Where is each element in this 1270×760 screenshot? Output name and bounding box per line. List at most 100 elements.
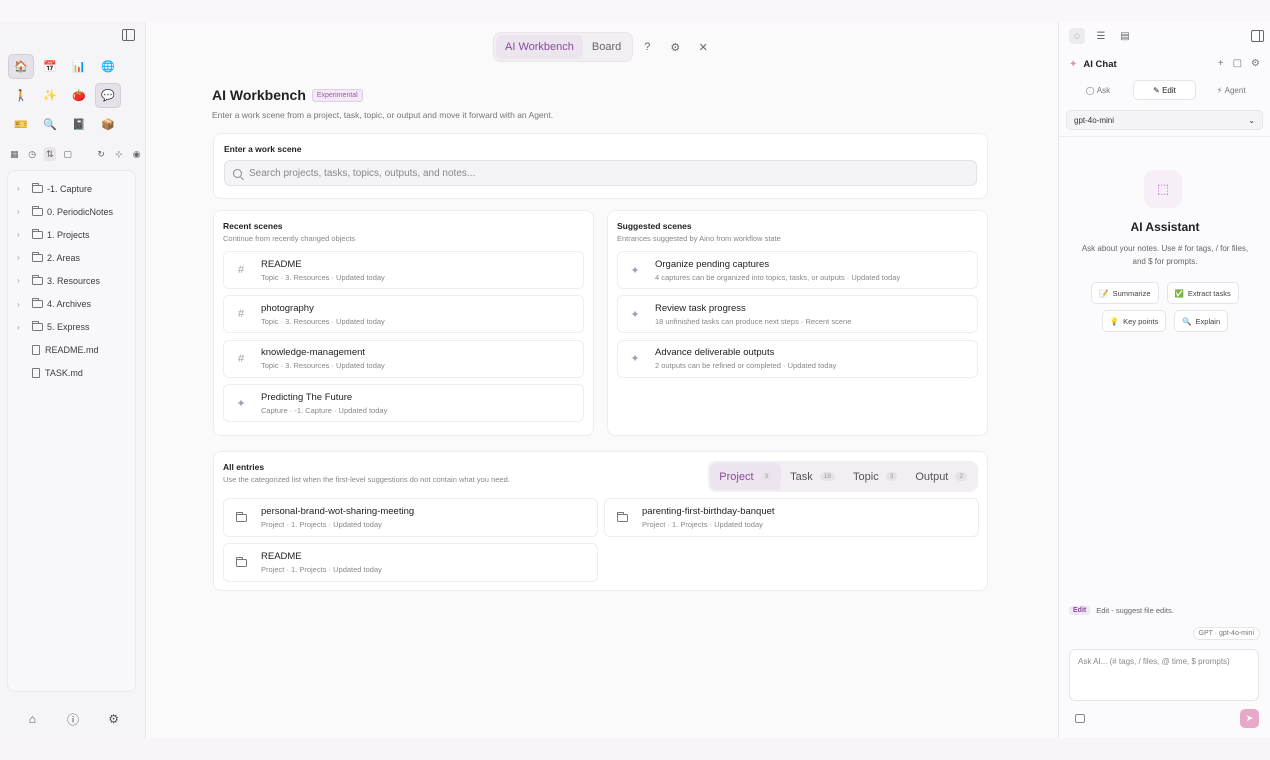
file-icon bbox=[32, 368, 40, 379]
segment-topic[interactable]: Topic 3 bbox=[844, 463, 906, 490]
scene-meta: 4 captures can be organized into topics,… bbox=[655, 272, 901, 282]
scene-title: photography bbox=[261, 302, 314, 314]
send-button[interactable]: ➤ bbox=[1240, 709, 1259, 728]
scene-search-input[interactable]: Search projects, tasks, topics, outputs,… bbox=[224, 160, 977, 186]
entry-item[interactable]: README Project · 1. Projects · Updated to… bbox=[223, 543, 598, 582]
gear-icon[interactable]: ⚙ bbox=[1251, 58, 1260, 69]
refresh-icon[interactable]: ↻ bbox=[95, 147, 108, 161]
suggested-scene-item[interactable]: ✦ Review task progress 18 unfinished task… bbox=[617, 295, 978, 334]
model-select[interactable]: gpt-4o-mini ⌄ bbox=[1066, 110, 1263, 130]
scene-title: Advance deliverable outputs bbox=[655, 347, 775, 359]
plus-icon[interactable]: + bbox=[1218, 58, 1224, 69]
box-app-icon[interactable]: 📦 bbox=[95, 112, 121, 137]
tree-folder-capture[interactable]: › -1. Capture bbox=[8, 177, 135, 200]
person-app-icon[interactable]: 🚶 bbox=[8, 83, 34, 108]
explain-button[interactable]: 🔍 Explain bbox=[1174, 310, 1229, 332]
tree-folder-periodicnotes[interactable]: › 0. PeriodicNotes bbox=[8, 200, 135, 223]
recent-scene-item[interactable]: # README Topic · 3. Resources · Updated t… bbox=[223, 251, 584, 289]
tab-ai-workbench[interactable]: AI Workbench bbox=[496, 35, 583, 59]
layout-icon[interactable]: ▤ bbox=[1117, 28, 1133, 44]
image-icon[interactable] bbox=[1075, 714, 1085, 723]
tree-file-readme[interactable]: README.md bbox=[8, 339, 135, 362]
mode-agent[interactable]: ⚡ Agent bbox=[1200, 80, 1262, 100]
assistant-title: AI Assistant bbox=[1130, 220, 1200, 234]
ticket-app-icon[interactable]: 🎫 bbox=[8, 112, 34, 137]
home-app-icon[interactable]: 🏠 bbox=[8, 54, 34, 79]
checkbox-icon: ✅ bbox=[1174, 288, 1184, 298]
recent-scene-item[interactable]: ✦ Predicting The Future Capture · -1. Cap… bbox=[223, 384, 584, 423]
sparkle-app-icon[interactable]: ✨ bbox=[37, 83, 63, 108]
chevron-right-icon[interactable]: › bbox=[17, 276, 29, 285]
sidebar-toggle-icon[interactable] bbox=[122, 29, 135, 41]
segment-output[interactable]: Output 2 bbox=[906, 463, 976, 490]
view-tabs: AI Workbench Board ? ⚙ ✕ bbox=[493, 32, 717, 62]
mode-edit[interactable]: ✎ Edit bbox=[1132, 80, 1197, 100]
segment-project[interactable]: Project 3 bbox=[710, 463, 782, 490]
key-points-button[interactable]: 💡 Key points bbox=[1101, 310, 1167, 332]
suggested-scene-item[interactable]: ✦ Advance deliverable outputs 2 outputs c… bbox=[617, 339, 978, 378]
sparkle-icon: ✦ bbox=[630, 353, 640, 366]
globe-app-icon[interactable]: 🌐 bbox=[95, 54, 121, 79]
hash-icon: # bbox=[237, 264, 245, 276]
extract-tasks-button[interactable]: ✅ Extract tasks bbox=[1166, 282, 1239, 304]
gear-icon[interactable]: ⚙ bbox=[661, 41, 689, 54]
chevron-right-icon[interactable]: › bbox=[17, 323, 29, 332]
suggested-scene-item[interactable]: ✦ Organize pending captures 4 captures ca… bbox=[617, 251, 978, 289]
folder-icon bbox=[32, 298, 43, 309]
help-icon[interactable]: ? bbox=[633, 41, 661, 53]
close-icon[interactable]: ✕ bbox=[689, 41, 717, 54]
folder-icon bbox=[32, 205, 43, 216]
new-chat-icon[interactable]: ▢ bbox=[1233, 58, 1242, 69]
magnifier-app-icon[interactable]: 🔍 bbox=[37, 112, 63, 137]
eye-icon[interactable]: ◉ bbox=[130, 147, 143, 161]
tree-file-task[interactable]: TASK.md bbox=[8, 362, 135, 385]
chat-bubble-icon[interactable]: ◌ bbox=[1069, 28, 1085, 44]
sort-icon[interactable]: ⇅ bbox=[43, 147, 57, 161]
entry-item[interactable]: personal-brand-wot-sharing-meeting Projec… bbox=[223, 498, 598, 537]
tree-item-label: 4. Archives bbox=[47, 299, 92, 310]
chevron-right-icon[interactable]: › bbox=[17, 207, 29, 216]
recent-scene-item[interactable]: # photography Topic · 3. Resources · Upda… bbox=[223, 295, 584, 334]
summarize-button[interactable]: 📝 Summarize bbox=[1091, 282, 1159, 304]
tab-board[interactable]: Board bbox=[583, 35, 630, 59]
chat-app-icon[interactable]: 💬 bbox=[95, 83, 121, 108]
page-subtitle: Enter a work scene from a project, task,… bbox=[212, 110, 554, 120]
tomato-app-icon[interactable]: 🍅 bbox=[66, 83, 92, 108]
open-folder-icon[interactable]: ⌂ bbox=[24, 711, 40, 727]
chevron-right-icon[interactable]: › bbox=[17, 253, 29, 262]
settings-icon[interactable]: ⚙ bbox=[106, 711, 122, 727]
page-title: AI Workbench bbox=[212, 87, 306, 103]
new-file-icon[interactable]: ▢ bbox=[61, 147, 74, 161]
lightbulb-icon: 💡 bbox=[1109, 316, 1120, 326]
right-sidebar-toggle-icon[interactable] bbox=[1251, 30, 1264, 42]
clock-icon[interactable]: ◷ bbox=[26, 147, 39, 161]
chat-mode-selector: ◯ Ask ✎ Edit ⚡ Agent bbox=[1059, 80, 1270, 100]
recent-scene-item[interactable]: # knowledge-management Topic · 3. Resourc… bbox=[223, 339, 584, 378]
chat-input[interactable]: Ask AI... (# tags, / files, @ time, $ pr… bbox=[1069, 649, 1259, 701]
mode-tag: Edit bbox=[1069, 606, 1091, 615]
chevron-right-icon[interactable]: › bbox=[17, 184, 29, 193]
tree-folder-express[interactable]: › 5. Express bbox=[8, 316, 135, 339]
checklist-icon[interactable]: ☰ bbox=[1093, 28, 1109, 44]
crosshair-icon[interactable]: ⊹ bbox=[113, 147, 126, 161]
chart-app-icon[interactable]: 📊 bbox=[66, 54, 92, 79]
tree-folder-projects[interactable]: › 1. Projects bbox=[8, 223, 135, 246]
tree-folder-archives[interactable]: › 4. Archives bbox=[8, 292, 135, 315]
model-pill[interactable]: GPT · gpt-4o-mini bbox=[1192, 627, 1260, 640]
entry-item[interactable]: parenting-first-birthday-banquet Project … bbox=[604, 498, 979, 537]
segment-task[interactable]: Task 18 bbox=[781, 463, 844, 490]
ai-sparkle-icon: ✦ bbox=[1069, 58, 1078, 70]
scene-meta: 18 unfinished tasks can produce next ste… bbox=[655, 316, 852, 326]
book-app-icon[interactable]: 📓 bbox=[66, 112, 92, 137]
left-sidebar-header bbox=[0, 22, 145, 50]
calendar-app-icon[interactable]: 📅 bbox=[37, 54, 63, 79]
tree-folder-resources[interactable]: › 3. Resources bbox=[8, 269, 135, 292]
tree-folder-areas[interactable]: › 2. Areas bbox=[8, 246, 135, 269]
suggested-scenes-title: Suggested scenes bbox=[617, 221, 692, 231]
help-icon[interactable]: ⓘ bbox=[65, 711, 81, 727]
mode-ask[interactable]: ◯ Ask bbox=[1067, 80, 1129, 100]
right-panel-tabs: ◌ ☰ ▤ bbox=[1059, 22, 1270, 50]
chevron-right-icon[interactable]: › bbox=[17, 230, 29, 239]
calendar-icon[interactable]: ▦ bbox=[8, 147, 21, 161]
chevron-right-icon[interactable]: › bbox=[17, 300, 29, 309]
